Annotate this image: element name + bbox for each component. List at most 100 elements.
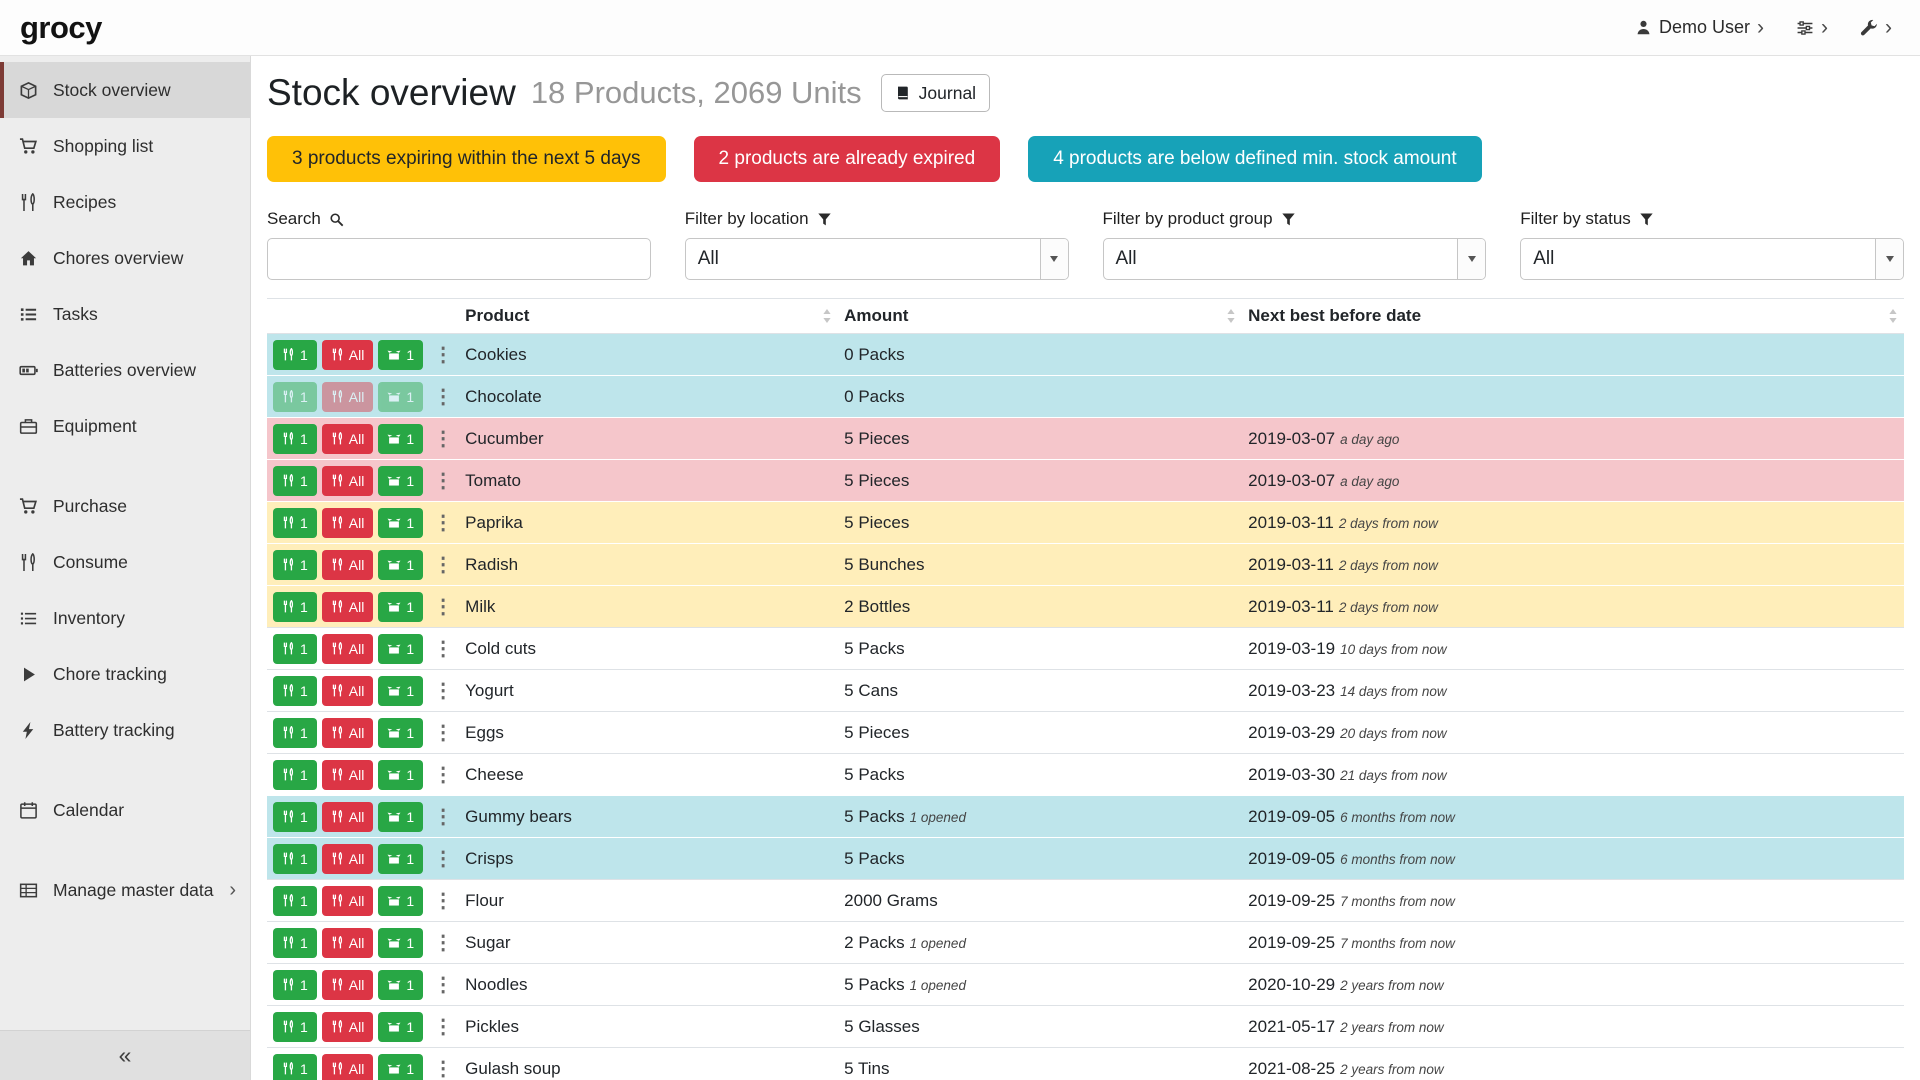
sidebar-item-batteries-overview[interactable]: Batteries overview: [0, 342, 250, 398]
consume-one-button[interactable]: 1: [273, 718, 317, 748]
consume-one-button[interactable]: 1: [273, 970, 317, 1000]
consume-all-button[interactable]: All: [322, 970, 374, 1000]
open-one-button[interactable]: 1: [378, 466, 423, 496]
expiring-products-alert[interactable]: 3 products expiring within the next 5 da…: [267, 136, 666, 182]
row-menu-button[interactable]: ⋮: [433, 1017, 453, 1037]
open-one-button[interactable]: 1: [378, 1012, 423, 1042]
below-min-stock-alert[interactable]: 4 products are below defined min. stock …: [1028, 136, 1481, 182]
product-column-header[interactable]: Product: [459, 299, 838, 334]
consume-all-button[interactable]: All: [322, 844, 374, 874]
consume-one-button[interactable]: 1: [273, 424, 317, 454]
open-one-button[interactable]: 1: [378, 382, 423, 412]
consume-all-button[interactable]: All: [322, 634, 374, 664]
consume-all-button[interactable]: All: [322, 340, 374, 370]
sidebar-item-inventory[interactable]: Inventory: [0, 590, 250, 646]
consume-one-button[interactable]: 1: [273, 550, 317, 580]
consume-one-button[interactable]: 1: [273, 676, 317, 706]
consume-all-button[interactable]: All: [322, 802, 374, 832]
sidebar-item-shopping-list[interactable]: Shopping list: [0, 118, 250, 174]
consume-all-button[interactable]: All: [322, 928, 374, 958]
consume-one-button[interactable]: 1: [273, 844, 317, 874]
sidebar-item-tasks[interactable]: Tasks: [0, 286, 250, 342]
row-menu-button[interactable]: ⋮: [433, 849, 453, 869]
consume-one-button[interactable]: 1: [273, 382, 317, 412]
consume-all-button[interactable]: All: [322, 1054, 374, 1080]
consume-one-button[interactable]: 1: [273, 760, 317, 790]
consume-all-button[interactable]: All: [322, 508, 374, 538]
open-one-button[interactable]: 1: [378, 1054, 423, 1080]
row-menu-button[interactable]: ⋮: [433, 387, 453, 407]
sidebar-item-equipment[interactable]: Equipment: [0, 398, 250, 454]
admin-menu[interactable]: ›: [1860, 17, 1892, 38]
sidebar-item-calendar[interactable]: Calendar: [0, 782, 250, 838]
open-one-button[interactable]: 1: [378, 550, 423, 580]
open-one-button[interactable]: 1: [378, 592, 423, 622]
user-menu[interactable]: Demo User ›: [1635, 17, 1764, 38]
journal-button[interactable]: Journal: [881, 74, 990, 112]
consume-all-button[interactable]: All: [322, 382, 374, 412]
location-filter-select[interactable]: All: [685, 238, 1069, 280]
open-one-button[interactable]: 1: [378, 676, 423, 706]
best-before-column-header[interactable]: Next best before date: [1242, 299, 1904, 334]
consume-all-button[interactable]: All: [322, 466, 374, 496]
consume-one-button[interactable]: 1: [273, 802, 317, 832]
expired-products-alert[interactable]: 2 products are already expired: [694, 136, 1001, 182]
consume-all-button[interactable]: All: [322, 1012, 374, 1042]
row-menu-button[interactable]: ⋮: [433, 555, 453, 575]
open-one-button[interactable]: 1: [378, 424, 423, 454]
search-input[interactable]: [267, 238, 651, 280]
consume-all-button[interactable]: All: [322, 592, 374, 622]
consume-one-button[interactable]: 1: [273, 928, 317, 958]
consume-all-button[interactable]: All: [322, 886, 374, 916]
consume-one-button[interactable]: 1: [273, 1012, 317, 1042]
open-one-button[interactable]: 1: [378, 718, 423, 748]
open-one-button[interactable]: 1: [378, 802, 423, 832]
consume-all-button[interactable]: All: [322, 676, 374, 706]
row-menu-button[interactable]: ⋮: [433, 807, 453, 827]
amount-column-header[interactable]: Amount: [838, 299, 1242, 334]
consume-one-button[interactable]: 1: [273, 886, 317, 916]
row-menu-button[interactable]: ⋮: [433, 513, 453, 533]
sidebar-item-battery-tracking[interactable]: Battery tracking: [0, 702, 250, 758]
consume-one-button[interactable]: 1: [273, 466, 317, 496]
consume-all-button[interactable]: All: [322, 760, 374, 790]
open-one-button[interactable]: 1: [378, 760, 423, 790]
open-one-button[interactable]: 1: [378, 844, 423, 874]
row-menu-button[interactable]: ⋮: [433, 933, 453, 953]
open-one-button[interactable]: 1: [378, 634, 423, 664]
sidebar-item-recipes[interactable]: Recipes: [0, 174, 250, 230]
app-logo[interactable]: grocy: [20, 10, 102, 46]
open-one-button[interactable]: 1: [378, 928, 423, 958]
row-menu-button[interactable]: ⋮: [433, 345, 453, 365]
sidebar-item-stock-overview[interactable]: Stock overview: [0, 62, 250, 118]
open-one-button[interactable]: 1: [378, 970, 423, 1000]
consume-one-button[interactable]: 1: [273, 1054, 317, 1080]
consume-one-button[interactable]: 1: [273, 592, 317, 622]
row-menu-button[interactable]: ⋮: [433, 723, 453, 743]
open-one-button[interactable]: 1: [378, 340, 423, 370]
consume-all-button[interactable]: All: [322, 424, 374, 454]
product-group-filter-select[interactable]: All: [1103, 238, 1487, 280]
consume-one-button[interactable]: 1: [273, 508, 317, 538]
row-menu-button[interactable]: ⋮: [433, 597, 453, 617]
row-menu-button[interactable]: ⋮: [433, 681, 453, 701]
sidebar-item-chores-overview[interactable]: Chores overview: [0, 230, 250, 286]
sidebar-item-chore-tracking[interactable]: Chore tracking: [0, 646, 250, 702]
row-menu-button[interactable]: ⋮: [433, 891, 453, 911]
row-menu-button[interactable]: ⋮: [433, 471, 453, 491]
settings-menu[interactable]: ›: [1796, 17, 1828, 38]
sidebar-item-purchase[interactable]: Purchase: [0, 478, 250, 534]
status-filter-select[interactable]: All: [1520, 238, 1904, 280]
sidebar-collapse-button[interactable]: «: [0, 1030, 250, 1080]
consume-all-button[interactable]: All: [322, 550, 374, 580]
open-one-button[interactable]: 1: [378, 886, 423, 916]
row-menu-button[interactable]: ⋮: [433, 429, 453, 449]
row-menu-button[interactable]: ⋮: [433, 975, 453, 995]
sidebar-item-consume[interactable]: Consume: [0, 534, 250, 590]
row-menu-button[interactable]: ⋮: [433, 639, 453, 659]
row-menu-button[interactable]: ⋮: [433, 1059, 453, 1079]
row-menu-button[interactable]: ⋮: [433, 765, 453, 785]
consume-one-button[interactable]: 1: [273, 340, 317, 370]
open-one-button[interactable]: 1: [378, 508, 423, 538]
consume-one-button[interactable]: 1: [273, 634, 317, 664]
